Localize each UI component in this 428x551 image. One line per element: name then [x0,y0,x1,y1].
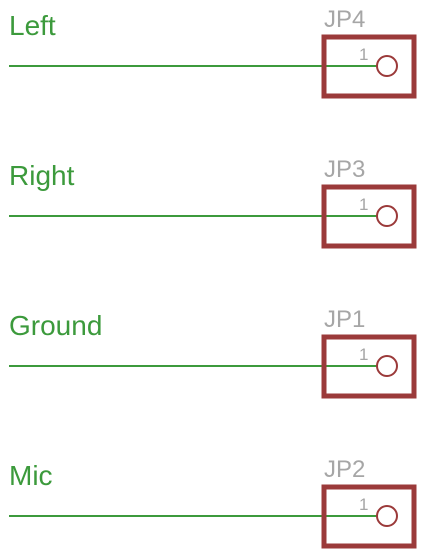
net-label: Right [9,160,75,191]
connector-pin-pad[interactable] [376,355,398,377]
net-label: Left [9,10,56,41]
connector-block: Left JP4 1 [9,6,417,99]
part-reference-label: JP1 [324,306,365,333]
connector-pin-pad[interactable] [376,505,398,527]
pin-number-label: 1 [359,195,368,214]
pin-number-label: 1 [359,345,368,364]
connector-pin-pad[interactable] [376,55,398,77]
part-reference-label: JP3 [324,156,365,183]
part-reference-label: JP4 [324,6,365,33]
pin-number-label: 1 [359,45,368,64]
connector-block: Ground JP1 1 [9,306,417,399]
part-reference-label: JP2 [324,456,365,483]
net-label: Mic [9,460,53,491]
pin-number-label: 1 [359,495,368,514]
net-label: Ground [9,310,102,341]
schematic-canvas: Left JP4 1 Right JP3 1 Ground JP1 1 Mic … [9,6,417,549]
connector-block: Right JP3 1 [9,156,417,249]
connector-pin-pad[interactable] [376,205,398,227]
connector-block: Mic JP2 1 [9,456,417,549]
